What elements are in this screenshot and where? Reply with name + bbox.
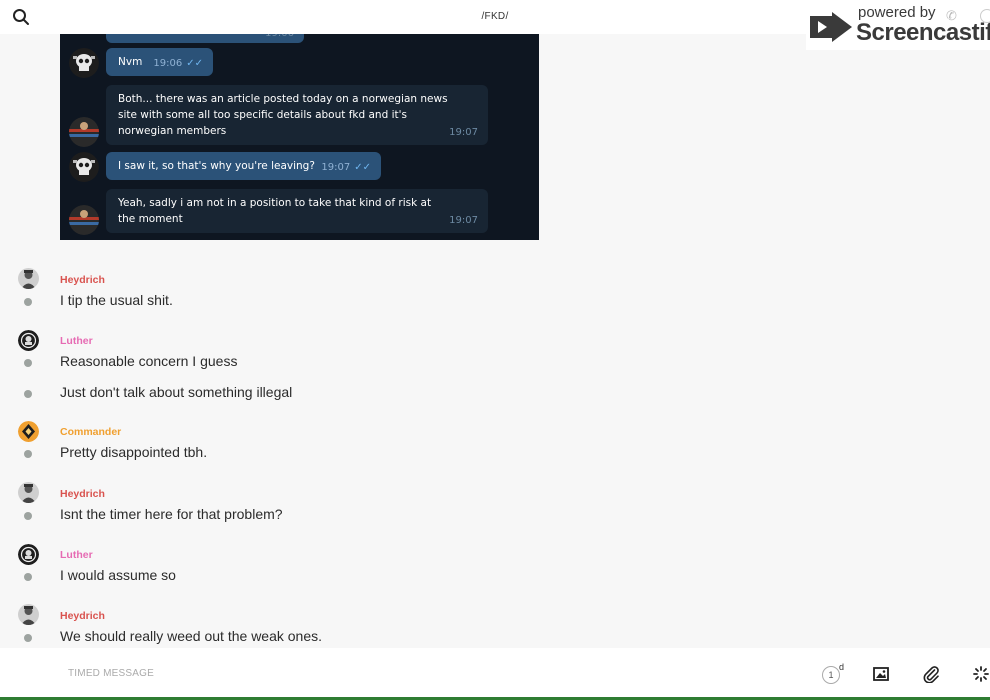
embedded-screenshot[interactable]: 19:06 Nvm 19:06✓✓ Both... there was an a… <box>60 34 539 240</box>
message-line: Just don't talk about something illegal <box>0 384 600 404</box>
read-ticks-icon: ✓✓ <box>186 58 203 69</box>
composer-bar: 1 d <box>0 648 990 700</box>
message-line: Isnt the timer here for that problem? <box>0 506 600 526</box>
avatar-luther[interactable] <box>18 544 39 565</box>
message-text: Isnt the timer here for that problem? <box>60 506 283 522</box>
avatar-heydrich[interactable] <box>18 268 39 289</box>
message-line: I tip the usual shit. <box>0 292 600 312</box>
info-icon <box>980 9 990 23</box>
screencastify-watermark: powered by Screencastify ✆ <box>806 0 990 50</box>
avatar-luther[interactable] <box>18 330 39 351</box>
image-icon[interactable] <box>872 665 890 683</box>
tg-message-bubble: I saw it, so that's why you're leaving? … <box>106 152 381 180</box>
tg-time: 19:06 <box>265 34 294 42</box>
message-text: Just don't talk about something illegal <box>60 384 293 400</box>
tg-time: 19:07 ✓✓ <box>321 162 371 173</box>
message-author[interactable]: Luther <box>60 549 93 561</box>
message-status-dot <box>24 573 32 581</box>
read-ticks-icon: ✓✓ <box>354 162 371 173</box>
tg-message-text: I saw it, so that's why you're leaving? <box>118 160 315 172</box>
message-text: Reasonable concern I guess <box>60 353 238 369</box>
tg-message-text: Nvm <box>118 56 143 68</box>
tg-message-bubble: Yeah, sadly i am not in a position to ta… <box>106 189 488 233</box>
tg-time: 19:07 <box>449 127 478 138</box>
timed-message-input[interactable] <box>68 668 668 679</box>
avatar-heydrich[interactable] <box>18 604 39 625</box>
tg-avatar-skull <box>69 48 99 78</box>
tg-message-bubble: Nvm 19:06 ✓✓ <box>106 48 213 76</box>
message-text: I would assume so <box>60 567 176 583</box>
tg-time: 19:06 ✓✓ <box>153 58 203 69</box>
message-status-dot <box>24 634 32 642</box>
message-status-dot <box>24 390 32 398</box>
message-line: Reasonable concern I guess <box>0 353 600 373</box>
tg-message-text: Both... there was an article posted toda… <box>118 93 448 137</box>
message-author[interactable]: Heydrich <box>60 610 105 622</box>
message-line: Pretty disappointed tbh. <box>0 444 600 464</box>
message-line: I would assume so <box>0 567 600 587</box>
watermark-brand: Screencastify <box>856 19 990 46</box>
message-text: We should really weed out the weak ones. <box>60 628 323 644</box>
message-author[interactable]: Luther <box>60 335 93 347</box>
paperclip-icon[interactable] <box>922 665 940 683</box>
message-status-dot <box>24 512 32 520</box>
tg-avatar-flag <box>69 205 99 235</box>
timer-unit: d <box>839 662 845 672</box>
screencastify-logo-icon <box>810 12 852 42</box>
timer-button[interactable]: 1 d <box>822 662 845 686</box>
message-status-dot <box>24 450 32 458</box>
tg-time: 19:07 <box>449 215 478 226</box>
loading-spinner-icon[interactable] <box>972 665 990 683</box>
message-status-dot <box>24 298 32 306</box>
message-line: We should really weed out the weak ones. <box>0 628 600 648</box>
message-author[interactable]: Heydrich <box>60 488 105 500</box>
timer-value: 1 <box>822 666 840 684</box>
message-author[interactable]: Heydrich <box>60 274 105 286</box>
message-text: I tip the usual shit. <box>60 292 173 308</box>
avatar-commander[interactable] <box>18 421 39 442</box>
message-status-dot <box>24 359 32 367</box>
avatar-heydrich[interactable] <box>18 482 39 503</box>
tg-avatar-flag <box>69 117 99 147</box>
message-text: Pretty disappointed tbh. <box>60 444 208 460</box>
message-author[interactable]: Commander <box>60 426 121 438</box>
tg-partial-bubble: 19:06 <box>106 34 304 43</box>
tg-message-bubble: Both... there was an article posted toda… <box>106 85 488 145</box>
tg-avatar-skull <box>69 152 99 182</box>
tg-message-text: Yeah, sadly i am not in a position to ta… <box>118 197 432 225</box>
phone-icon: ✆ <box>946 8 957 23</box>
